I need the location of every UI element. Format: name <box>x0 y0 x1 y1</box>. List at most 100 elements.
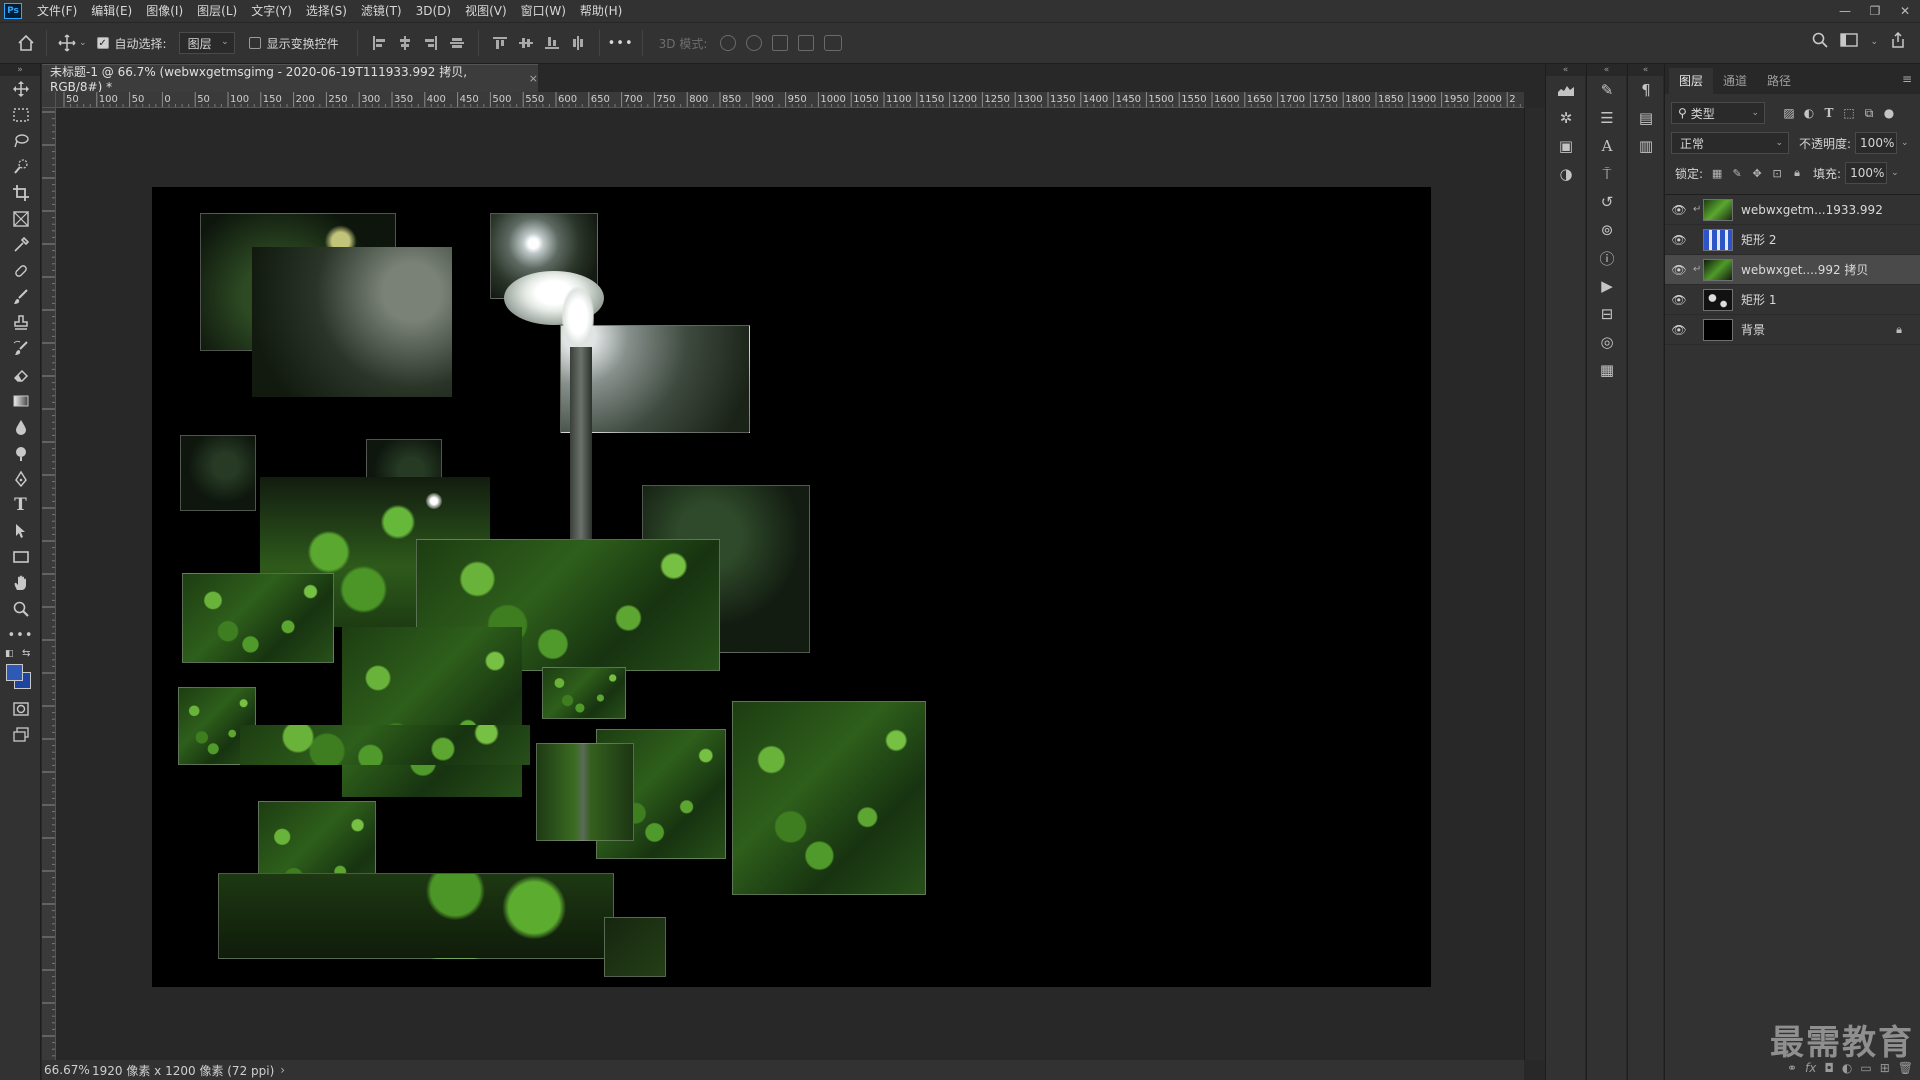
3d-rotate-icon[interactable] <box>720 35 737 51</box>
tab-layers[interactable]: 图层 <box>1669 68 1714 94</box>
lasso-tool-icon[interactable] <box>0 128 41 154</box>
edit-toolbar-icon[interactable]: ••• <box>0 622 41 648</box>
collapse-panel-icon[interactable]: « <box>1628 64 1663 76</box>
eraser-tool-icon[interactable] <box>0 362 41 388</box>
menu-window[interactable]: 窗口(W) <box>514 0 573 22</box>
chevron-down-icon[interactable]: ⌄ <box>1891 168 1899 178</box>
clone-source-icon[interactable]: ⍑ <box>1587 160 1627 188</box>
brush-settings-icon[interactable]: ☰ <box>1587 104 1627 132</box>
blur-tool-icon[interactable] <box>0 414 41 440</box>
align-center-h-icon[interactable] <box>398 36 412 50</box>
adjustments-icon[interactable]: ⊚ <box>1587 216 1627 244</box>
eye-icon[interactable]: 👁︎ <box>1665 323 1693 337</box>
fill-input[interactable]: 100% <box>1845 162 1888 184</box>
layer-row[interactable]: 👁︎ 矩形 2 <box>1665 225 1920 255</box>
chevron-down-icon[interactable]: ⌄ <box>1901 138 1909 148</box>
histogram-icon[interactable] <box>1546 76 1586 104</box>
3d-slide-icon[interactable] <box>798 35 815 51</box>
lock-all-icon[interactable]: 🔒︎ <box>1787 166 1807 180</box>
layer-name[interactable]: 矩形 2 <box>1741 231 1776 248</box>
document-info[interactable]: 1920 像素 x 1200 像素 (72 ppi) <box>92 1062 274 1079</box>
workspace-icon[interactable] <box>1840 32 1859 51</box>
move-tool-icon[interactable] <box>0 76 41 102</box>
filter-pixel-icon[interactable]: ▨ <box>1779 106 1799 120</box>
document-scrollbar[interactable] <box>1524 108 1545 1060</box>
quick-mask-icon[interactable] <box>0 696 41 722</box>
horizontal-ruler[interactable]: 50 100 50 0 50 100 150 200 250 300 350 400 450 500 550… <box>56 92 1524 108</box>
align-bottom-icon[interactable] <box>544 36 559 50</box>
chevron-down-icon[interactable]: ⌄ <box>1870 37 1878 47</box>
align-middle-v-icon[interactable] <box>449 36 464 50</box>
auto-select-checkbox[interactable]: ✓ <box>96 37 109 49</box>
collapse-panel-icon[interactable]: « <box>1546 64 1585 76</box>
hand-tool-icon[interactable] <box>0 570 41 596</box>
menu-type[interactable]: 文字(Y) <box>244 0 299 22</box>
restore-icon[interactable]: ❐ <box>1860 0 1890 22</box>
menu-select[interactable]: 选择(S) <box>299 0 354 22</box>
chevron-down-icon[interactable]: ⌄ <box>79 38 87 48</box>
glyphs-icon[interactable]: ▤ <box>1628 104 1664 132</box>
history-icon[interactable]: ↺ <box>1587 188 1627 216</box>
info-icon[interactable]: ⓘ <box>1587 244 1627 272</box>
lock-artboard-icon[interactable]: ⊡ <box>1767 167 1787 180</box>
eyedropper-tool-icon[interactable] <box>0 232 41 258</box>
screen-mode-icon[interactable] <box>0 722 41 748</box>
close-window-icon[interactable]: ✕ <box>1890 0 1920 22</box>
align-left-icon[interactable] <box>372 36 386 50</box>
rectangle-tool-icon[interactable] <box>0 544 41 570</box>
frame-tool-icon[interactable] <box>0 206 41 232</box>
eye-icon[interactable]: 👁︎ <box>1665 293 1693 307</box>
layer-name[interactable]: 矩形 1 <box>1741 291 1776 308</box>
library-icon[interactable]: ▣ <box>1546 132 1586 160</box>
default-colors-icon[interactable]: ◧ <box>5 649 14 659</box>
align-center-v-icon[interactable] <box>518 36 533 50</box>
align-top-icon[interactable] <box>492 36 507 50</box>
3d-roll-icon[interactable] <box>746 35 763 51</box>
layer-filter-dropdown[interactable]: ⚲ 类型 ⌄ <box>1671 102 1765 124</box>
filter-type-icon[interactable]: T <box>1819 106 1839 120</box>
collapse-toolbar-icon[interactable]: » <box>0 64 40 76</box>
move-tool-icon[interactable] <box>55 31 79 55</box>
3d-icon[interactable]: ◎ <box>1587 328 1627 356</box>
crop-tool-icon[interactable] <box>0 180 41 206</box>
panel-menu-icon[interactable]: ≡ <box>1902 72 1912 86</box>
chevron-right-icon[interactable]: › <box>280 1063 285 1077</box>
filter-shape-icon[interactable]: ⬚ <box>1839 106 1859 120</box>
healing-brush-tool-icon[interactable] <box>0 258 41 284</box>
blend-mode-dropdown[interactable]: 正常 ⌄ <box>1671 132 1789 154</box>
search-icon[interactable] <box>1812 32 1829 51</box>
zoom-tool-icon[interactable] <box>0 596 41 622</box>
3d-camera-icon[interactable] <box>824 35 843 51</box>
paragraph-icon[interactable]: ¶ <box>1628 76 1664 104</box>
share-icon[interactable] <box>1890 31 1906 51</box>
eye-icon[interactable]: 👁︎ <box>1665 263 1693 277</box>
eye-icon[interactable]: 👁︎ <box>1665 233 1693 247</box>
more-options-icon[interactable]: ••• <box>608 36 634 51</box>
swap-colors-icon[interactable]: ⇆ <box>22 648 30 659</box>
layer-name[interactable]: webwxgetm...1933.992 <box>1741 203 1883 217</box>
marquee-tool-icon[interactable] <box>0 102 41 128</box>
layer-row[interactable]: 👁︎ 背景 🔒︎ <box>1665 315 1920 345</box>
clone-stamp-tool-icon[interactable] <box>0 310 41 336</box>
document-canvas[interactable] <box>152 187 1431 987</box>
filter-toggle-icon[interactable]: ● <box>1879 106 1899 120</box>
layer-row[interactable]: 👁︎ ↵ webwxgetm...1933.992 <box>1665 195 1920 225</box>
menu-file[interactable]: 文件(F) <box>30 0 84 22</box>
layer-row[interactable]: 👁︎ 矩形 1 <box>1665 285 1920 315</box>
3d-pan-icon[interactable] <box>772 35 789 51</box>
collapse-panel-icon[interactable]: « <box>1587 64 1626 76</box>
minimize-icon[interactable]: — <box>1830 0 1860 22</box>
eye-icon[interactable]: 👁︎ <box>1665 203 1693 217</box>
color-icon[interactable]: ◑ <box>1546 160 1586 188</box>
timeline-icon[interactable]: ▦ <box>1587 356 1627 384</box>
menu-view[interactable]: 视图(V) <box>458 0 514 22</box>
tab-paths[interactable]: 路径 <box>1757 68 1801 94</box>
layer-name[interactable]: 背景 <box>1741 321 1765 338</box>
notes-icon[interactable]: ▥ <box>1628 132 1664 160</box>
menu-layer[interactable]: 图层(L) <box>190 0 244 22</box>
home-icon[interactable] <box>14 31 38 55</box>
show-transform-checkbox[interactable] <box>248 37 261 49</box>
filter-smart-object-icon[interactable]: ⧉ <box>1859 106 1879 121</box>
quick-selection-tool-icon[interactable] <box>0 154 41 180</box>
menu-help[interactable]: 帮助(H) <box>573 0 629 22</box>
